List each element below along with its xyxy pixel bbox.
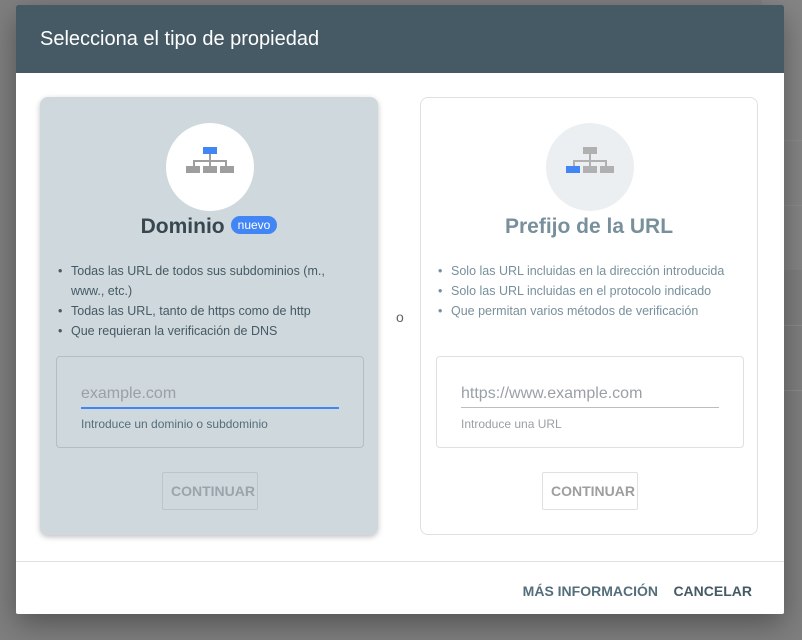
list-item: Solo las URL incluidas en el protocolo i… [438, 281, 741, 301]
or-separator: o [396, 309, 404, 325]
footer-divider [16, 561, 784, 562]
prefix-title: Prefijo de la URL [504, 215, 674, 238]
list-item: Que permitan varios métodos de verificac… [438, 301, 741, 321]
cancel-button[interactable]: CANCELAR [665, 573, 760, 609]
prefix-input-box: Introduce una URL [436, 356, 744, 448]
sitemap-icon [186, 147, 234, 173]
dialog-title: Selecciona el tipo de propiedad [40, 27, 320, 50]
domain-card[interactable]: Dominio nuevo Todas las URL de todos sus … [40, 97, 378, 535]
prefix-icon-circle [546, 123, 634, 211]
prefix-helper-text: Introduce una URL [461, 417, 562, 431]
url-prefix-card[interactable]: Prefijo de la URL Solo las URL incluidas… [420, 97, 758, 535]
domain-input-box: Introduce un dominio o subdominio [56, 356, 364, 448]
property-options: Dominio nuevo Todas las URL de todos sus … [40, 97, 760, 537]
more-info-button[interactable]: MÁS INFORMACIÓN [515, 573, 666, 609]
domain-bullets: Todas las URL de todos sus subdominios (… [57, 261, 361, 341]
list-item: Todas las URL de todos sus subdominios (… [58, 261, 361, 301]
url-input[interactable] [461, 381, 719, 408]
domain-input[interactable] [81, 381, 339, 409]
list-item: Que requieran la verificación de DNS [58, 321, 361, 341]
prefix-bullets: Solo las URL incluidas en la dirección i… [437, 261, 741, 321]
domain-title: Dominio nuevo [41, 215, 377, 239]
sitemap-icon [566, 147, 614, 173]
property-type-dialog: Selecciona el tipo de propiedad Dominio … [16, 5, 784, 614]
domain-helper-text: Introduce un dominio o subdominio [81, 417, 268, 431]
prefix-continue-button[interactable]: CONTINUAR [542, 472, 638, 510]
dialog-header: Selecciona el tipo de propiedad [16, 5, 784, 73]
domain-title-text: Dominio [140, 215, 225, 238]
domain-continue-button[interactable]: CONTINUAR [162, 472, 258, 510]
list-item: Todas las URL, tanto de https como de ht… [58, 301, 361, 321]
list-item: Solo las URL incluidas en la dirección i… [438, 261, 741, 281]
new-badge: nuevo [230, 216, 278, 234]
domain-icon-circle [166, 123, 254, 211]
